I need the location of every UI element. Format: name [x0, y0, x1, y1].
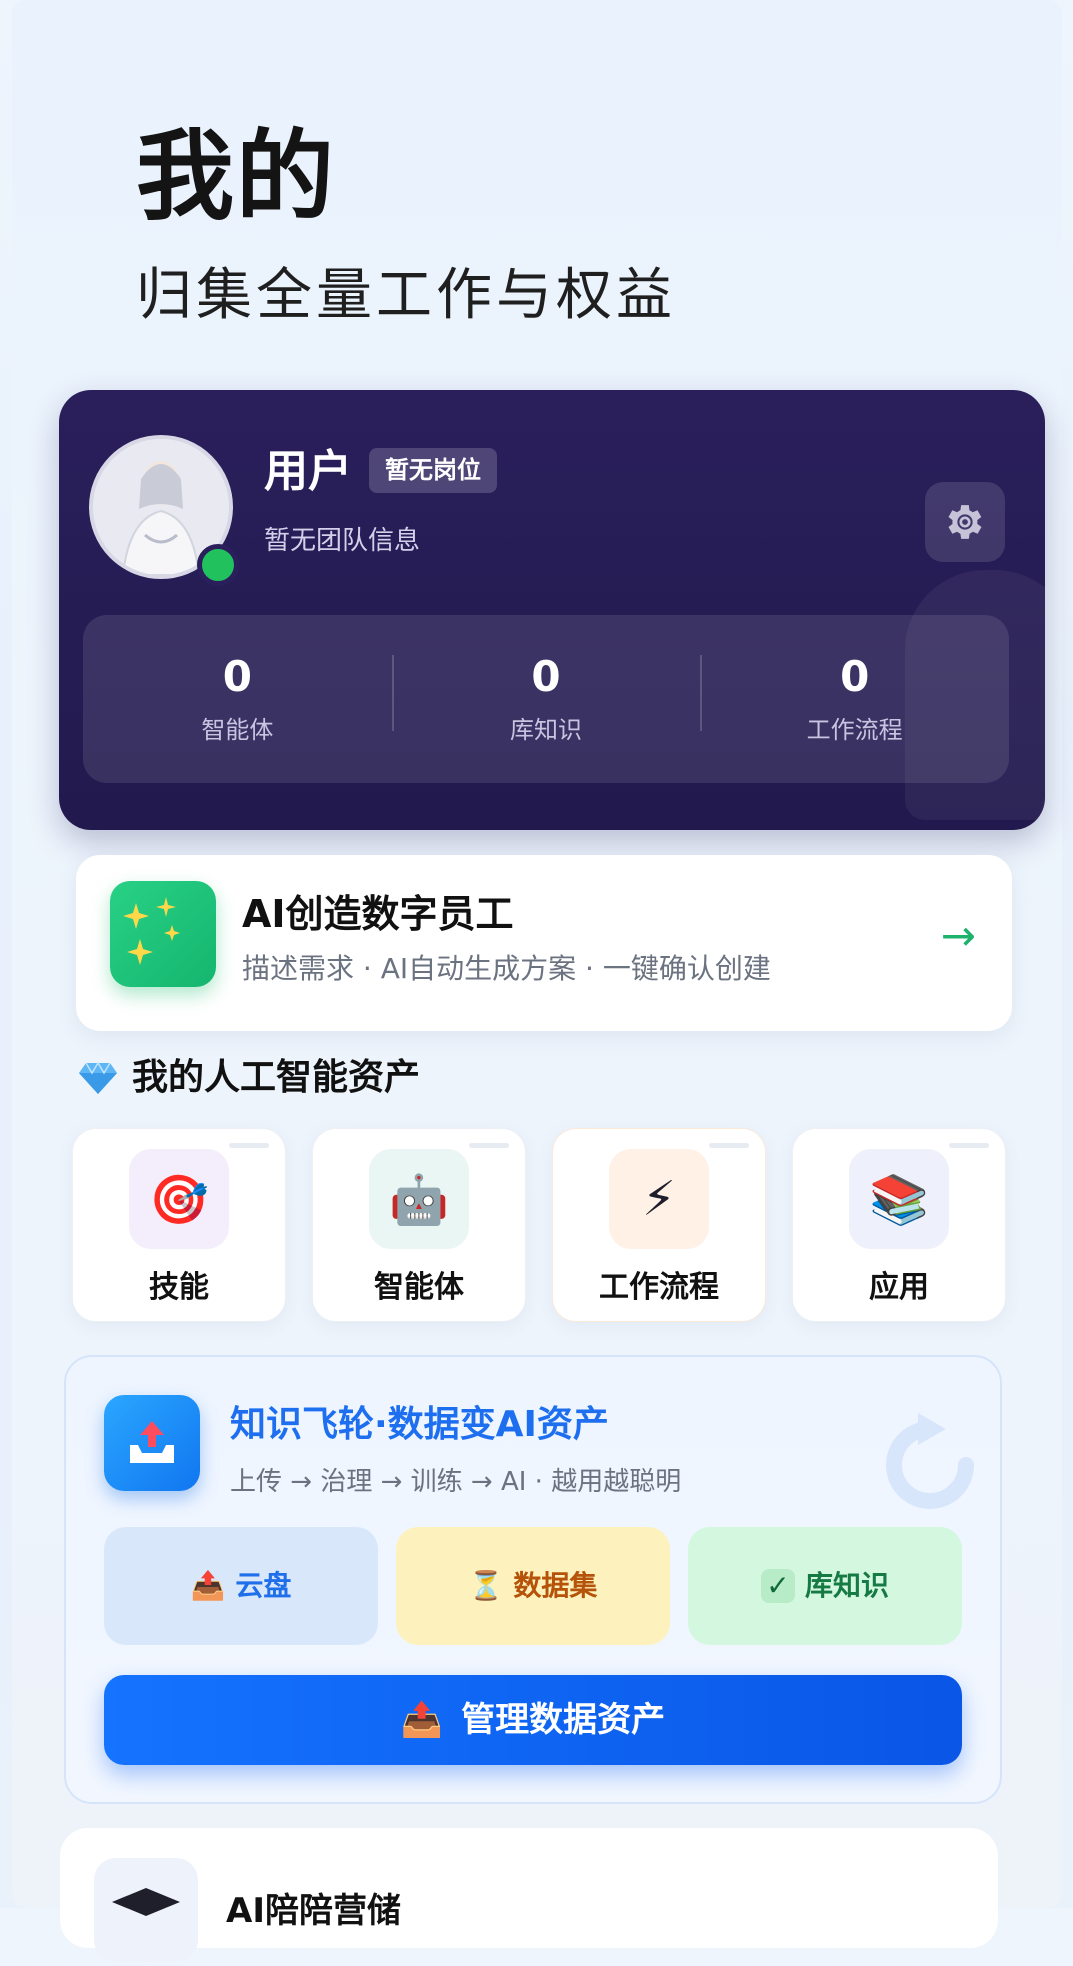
knowledge-base-button[interactable]: ✓ 库知识 — [688, 1527, 962, 1645]
asset-apps[interactable]: 📚 应用 — [792, 1128, 1006, 1322]
asset-label: 技能 — [149, 1270, 209, 1305]
books-icon: 📚 — [849, 1149, 949, 1249]
stat-label: 库知识 — [510, 716, 582, 744]
stat-label: 工作流程 — [806, 716, 903, 744]
screen: 我的 归集全量工作与权益 用户 暂无岗位 暂无团队信息 0 智能体 0 库知识 … — [12, 0, 1062, 1962]
button-label: 管理数据资产 — [461, 1700, 666, 1740]
settings-button[interactable] — [925, 482, 1005, 562]
stat-knowledge[interactable]: 0 库知识 — [391, 615, 701, 783]
outbox-tray-icon — [104, 1395, 200, 1491]
flywheel-title: 知识飞轮·数据变AI资产 — [230, 1404, 609, 1445]
asset-agents[interactable]: 🤖 智能体 — [312, 1128, 526, 1322]
role-badge: 暂无岗位 — [369, 448, 497, 493]
stat-value: 0 — [531, 652, 561, 701]
card-decoration — [709, 1143, 749, 1148]
lightning-icon: ⚡ — [609, 1149, 709, 1249]
team-info: 暂无团队信息 — [264, 526, 421, 556]
sparkles-icon — [110, 881, 216, 987]
user-name: 用户 — [264, 446, 352, 497]
asset-label: 智能体 — [374, 1270, 464, 1305]
card-decoration — [949, 1143, 989, 1148]
chip-label: 数据集 — [513, 1569, 598, 1602]
gear-icon — [948, 505, 982, 539]
hourglass-icon: ⏳ — [468, 1569, 504, 1602]
assets-section-title: 我的人工智能资产 — [78, 1060, 420, 1096]
stats-panel: 0 智能体 0 库知识 0 工作流程 — [83, 615, 1009, 783]
flywheel-description: 上传 → 治理 → 训练 → AI · 越用越聪明 — [230, 1467, 682, 1497]
stat-label: 智能体 — [201, 716, 274, 744]
profile-card: 用户 暂无岗位 暂无团队信息 0 智能体 0 库知识 0 工作流程 — [59, 390, 1045, 830]
target-icon: 🎯 — [129, 1149, 229, 1249]
page-title: 我的 — [136, 120, 337, 234]
asset-label: 应用 — [869, 1270, 929, 1305]
robot-icon: 🤖 — [369, 1149, 469, 1249]
assets-grid: 🎯 技能 🤖 智能体 ⚡ 工作流程 📚 应用 — [72, 1128, 1010, 1328]
manage-data-assets-button[interactable]: 📤 管理数据资产 — [104, 1675, 962, 1765]
chip-label: 库知识 — [804, 1569, 889, 1602]
ai-create-title: AI创造数字员工 — [242, 892, 514, 936]
ai-create-card[interactable]: AI创造数字员工 描述需求 · AI自动生成方案 · 一键确认创建 → — [76, 855, 1012, 1031]
page-subtitle: 归集全量工作与权益 — [136, 263, 676, 328]
ai-create-description: 描述需求 · AI自动生成方案 · 一键确认创建 — [242, 952, 771, 985]
bottom-card-title: AI陪陪营储 — [226, 1891, 401, 1931]
bottom-card[interactable]: AI陪陪营储 — [60, 1828, 998, 1962]
graduation-cap-icon — [94, 1858, 198, 1962]
diamond-icon — [79, 1061, 117, 1094]
online-status-dot — [197, 544, 239, 586]
knowledge-flywheel-card: 知识飞轮·数据变AI资产 上传 → 治理 → 训练 → AI · 越用越聪明 📤… — [64, 1355, 1002, 1804]
asset-label: 工作流程 — [599, 1270, 719, 1305]
outbox-icon: 📤 — [190, 1569, 226, 1602]
dataset-button[interactable]: ⏳ 数据集 — [396, 1527, 670, 1645]
outbox-icon: 📤 — [400, 1700, 444, 1740]
refresh-icon — [886, 1413, 974, 1509]
check-icon: ✓ — [760, 1569, 795, 1603]
stat-value: 0 — [840, 652, 870, 701]
chip-label: 云盘 — [235, 1569, 292, 1602]
stat-agents[interactable]: 0 智能体 — [83, 615, 392, 783]
asset-skills[interactable]: 🎯 技能 — [72, 1128, 286, 1322]
asset-workflows[interactable]: ⚡ 工作流程 — [552, 1128, 766, 1322]
stat-workflows[interactable]: 0 工作流程 — [700, 615, 1009, 783]
card-decoration — [469, 1143, 509, 1148]
card-decoration — [229, 1143, 269, 1148]
arrow-right-icon: → — [940, 911, 976, 960]
assets-title-text: 我的人工智能资产 — [132, 1057, 421, 1098]
stat-value: 0 — [222, 652, 252, 701]
cloud-drive-button[interactable]: 📤 云盘 — [104, 1527, 378, 1645]
